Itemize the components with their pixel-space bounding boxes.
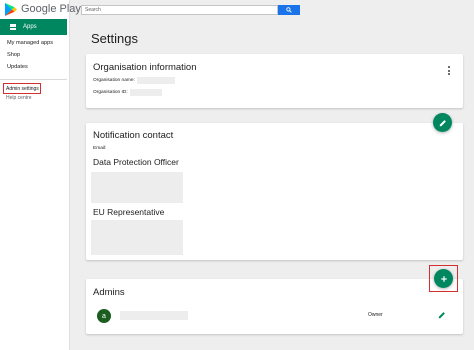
email-label: Email:: [93, 146, 107, 151]
organisation-id-value: [129, 89, 162, 96]
page-title: Settings: [91, 31, 138, 46]
organisation-title: Organisation information: [93, 62, 197, 73]
google-play-logo[interactable]: Google Play: [5, 2, 81, 16]
admins-card: Admins a Owner: [86, 279, 463, 334]
organisation-card: Organisation information Organisation na…: [86, 54, 463, 108]
admin-role: Owner: [368, 312, 383, 318]
edit-notification-button[interactable]: [433, 113, 452, 132]
eu-representative-details: [91, 220, 183, 255]
sidebar-item-my-managed-apps[interactable]: My managed apps: [7, 40, 53, 46]
add-icon: [440, 275, 447, 282]
play-logo-icon: [5, 2, 17, 16]
search-input[interactable]: [81, 5, 278, 15]
sidebar-item-admin-settings[interactable]: Admin settings: [3, 83, 41, 94]
admin-email: [120, 311, 188, 320]
sidebar-divider: [0, 79, 67, 80]
avatar: a: [97, 309, 111, 323]
sidebar: Google Play Apps My managed apps Shop Up…: [0, 0, 81, 350]
sidebar-item-updates[interactable]: Updates: [7, 64, 28, 70]
organisation-name-row: Organisation name:: [93, 77, 175, 84]
add-admin-button[interactable]: [434, 269, 453, 288]
brand-name: Google Play: [21, 3, 81, 15]
more-vert-icon[interactable]: [448, 66, 451, 75]
organisation-id-label: Organisation ID:: [93, 90, 128, 95]
organisation-id-row: Organisation ID:: [93, 89, 162, 96]
edit-icon[interactable]: [438, 311, 446, 319]
search-icon: [286, 7, 292, 13]
sidebar-item-shop[interactable]: Shop: [7, 52, 20, 58]
sidebar-item-label: Apps: [23, 24, 37, 30]
sidebar-item-help-centre[interactable]: Help centre: [6, 95, 32, 101]
admins-title: Admins: [93, 287, 125, 298]
organisation-name-value: [136, 77, 175, 84]
sidebar-item-apps[interactable]: Apps: [0, 19, 67, 35]
search-button[interactable]: [278, 5, 300, 15]
notification-title: Notification contact: [93, 130, 174, 141]
eu-representative-heading: EU Representative: [93, 207, 165, 217]
dpo-heading: Data Protection Officer: [93, 157, 179, 167]
edit-icon: [439, 119, 446, 126]
notification-contact-card: Notification contact Email: Data Protect…: [86, 123, 463, 260]
dpo-details: [91, 172, 183, 203]
apps-grid-icon: [10, 24, 16, 30]
search-bar: [81, 5, 300, 15]
organisation-name-label: Organisation name:: [93, 78, 135, 83]
